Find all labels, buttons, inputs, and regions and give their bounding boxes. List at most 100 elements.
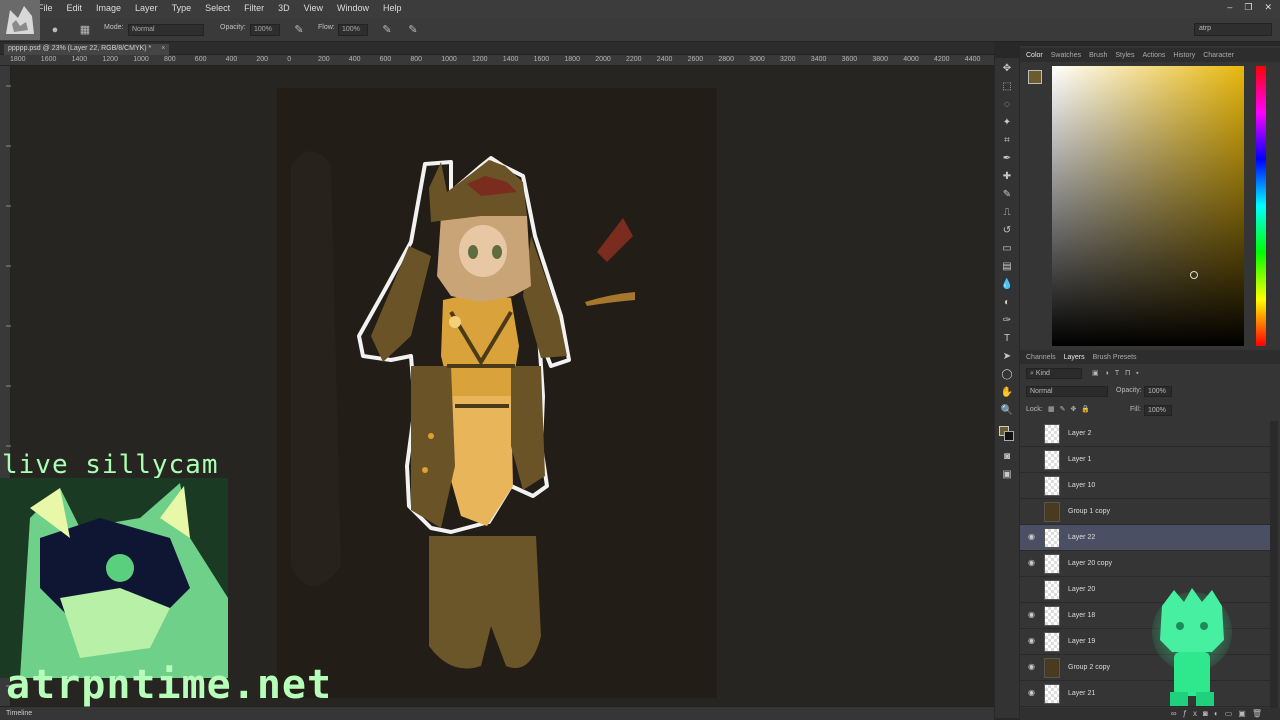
document-tab[interactable]: ppppp.psd @ 23% (Layer 22, RGB/8/CMYK) *… — [4, 44, 170, 55]
pressure-size-icon[interactable]: ✎ — [406, 23, 420, 37]
brush-panel-toggle-icon[interactable]: ▦ — [78, 23, 92, 37]
brush-tool-preset-icon[interactable]: ● — [48, 23, 62, 37]
layer-actions-icons[interactable]: ∞ƒx◙◐▭▣🗑 — [1171, 709, 1268, 718]
tab-brush-presets[interactable]: Brush Presets — [1093, 354, 1137, 361]
move-tool-icon[interactable]: ✥ — [999, 62, 1015, 76]
zoom-tool-icon[interactable]: 🔍 — [999, 404, 1015, 418]
menu-edit[interactable]: Edit — [67, 3, 83, 13]
workspace-select[interactable]: atrp — [1194, 23, 1272, 36]
layer-filter-icons[interactable]: ▣◑TΠ▪ — [1092, 369, 1145, 377]
menu-layer[interactable]: Layer — [135, 3, 158, 13]
eraser-tool-icon[interactable]: ▭ — [999, 242, 1015, 256]
visibility-eye-icon[interactable] — [1028, 507, 1036, 515]
layer-row[interactable]: Group 1 copy — [1020, 499, 1270, 525]
menu-filter[interactable]: Filter — [244, 3, 264, 13]
layer-thumbnail — [1044, 684, 1060, 704]
pressure-opacity-icon[interactable]: ✎ — [292, 23, 306, 37]
layers-scrollbar[interactable] — [1270, 421, 1278, 711]
layer-row[interactable]: Layer 1 — [1020, 447, 1270, 473]
restore-button[interactable]: ❐ — [1244, 2, 1252, 13]
tab-color[interactable]: Color — [1026, 52, 1043, 59]
marquee-tool-icon[interactable]: ⬚ — [999, 80, 1015, 94]
menu-file[interactable]: File — [38, 3, 53, 13]
timeline-tab[interactable]: Timeline — [6, 710, 32, 717]
tab-channels[interactable]: Channels — [1026, 354, 1056, 361]
layer-row[interactable]: ◉ Layer 22 — [1020, 525, 1270, 551]
layer-row[interactable]: Layer 10 — [1020, 473, 1270, 499]
layer-thumbnail — [1044, 528, 1060, 548]
type-tool-icon[interactable]: T — [999, 332, 1015, 346]
layer-row[interactable]: Layer 2 — [1020, 421, 1270, 447]
color-picker-cursor[interactable] — [1190, 271, 1198, 279]
close-document-icon[interactable]: × — [161, 45, 165, 52]
menu-window[interactable]: Window — [337, 3, 369, 13]
dodge-tool-icon[interactable]: ◐ — [999, 296, 1015, 310]
history-brush-tool-icon[interactable]: ↺ — [999, 224, 1015, 238]
mode-select[interactable]: Normal — [128, 24, 204, 36]
fill-label: Fill: — [1130, 406, 1141, 413]
menu-select[interactable]: Select — [205, 3, 230, 13]
visibility-eye-icon[interactable] — [1028, 429, 1036, 437]
tab-layers[interactable]: Layers — [1064, 354, 1085, 361]
screen-mode-icon[interactable]: ▣ — [999, 468, 1015, 482]
pen-tool-icon[interactable]: ✑ — [999, 314, 1015, 328]
layer-thumbnail — [1044, 450, 1060, 470]
ruler-tick-label: 2800 — [718, 56, 734, 63]
tab-history[interactable]: History — [1173, 52, 1195, 59]
blend-mode-select[interactable]: Normal — [1026, 386, 1108, 397]
eyedropper-tool-icon[interactable]: ✒ — [999, 152, 1015, 166]
visibility-eye-icon[interactable]: ◉ — [1028, 611, 1036, 619]
fill-input[interactable]: 100% — [1144, 405, 1172, 416]
layer-opacity-label: Opacity: — [1116, 387, 1142, 394]
menu-view[interactable]: View — [304, 3, 323, 13]
blur-tool-icon[interactable]: 💧 — [999, 278, 1015, 292]
gradient-tool-icon[interactable]: ▤ — [999, 260, 1015, 274]
menu-type[interactable]: Type — [172, 3, 192, 13]
path-selection-tool-icon[interactable]: ➤ — [999, 350, 1015, 364]
layer-row[interactable]: ◉ Layer 20 copy — [1020, 551, 1270, 577]
close-window-button[interactable]: ✕ — [1264, 2, 1272, 13]
visibility-eye-icon[interactable] — [1028, 455, 1036, 463]
color-panel-foreground-swatch[interactable] — [1028, 70, 1042, 84]
visibility-eye-icon[interactable] — [1028, 481, 1036, 489]
tab-character[interactable]: Character — [1203, 52, 1234, 59]
background-color-swatch[interactable] — [1004, 431, 1014, 441]
menu-3d[interactable]: 3D — [278, 3, 290, 13]
layers-footer: ∞ƒx◙◐▭▣🗑 — [1020, 708, 1280, 720]
ruler-tick-label: 400 — [225, 56, 238, 63]
tab-actions[interactable]: Actions — [1142, 52, 1165, 59]
tab-styles[interactable]: Styles — [1115, 52, 1134, 59]
minimize-button[interactable]: – — [1227, 2, 1232, 13]
ruler-tick-label: 400 — [348, 56, 361, 63]
brush-tool-icon[interactable]: ✎ — [999, 188, 1015, 202]
healing-brush-tool-icon[interactable]: ✚ — [999, 170, 1015, 184]
menu-help[interactable]: Help — [383, 3, 402, 13]
airbrush-icon[interactable]: ✎ — [380, 23, 394, 37]
visibility-eye-icon[interactable]: ◉ — [1028, 663, 1036, 671]
magic-wand-tool-icon[interactable]: ✦ — [999, 116, 1015, 130]
visibility-eye-icon[interactable]: ◉ — [1028, 637, 1036, 645]
visibility-eye-icon[interactable]: ◉ — [1028, 533, 1036, 541]
tab-brush[interactable]: Brush — [1089, 52, 1107, 59]
ruler-tick-label: 4400 — [964, 56, 981, 63]
clone-stamp-tool-icon[interactable]: ⎍ — [999, 206, 1015, 220]
hand-tool-icon[interactable]: ✋ — [999, 386, 1015, 400]
tab-swatches[interactable]: Swatches — [1051, 52, 1081, 59]
flow-input[interactable]: 100% — [338, 24, 368, 36]
opacity-input[interactable]: 100% — [250, 24, 280, 36]
visibility-eye-icon[interactable]: ◉ — [1028, 689, 1036, 697]
hue-slider[interactable] — [1256, 66, 1266, 346]
menu-image[interactable]: Image — [96, 3, 121, 13]
visibility-eye-icon[interactable] — [1028, 585, 1036, 593]
shape-tool-icon[interactable]: ◯ — [999, 368, 1015, 382]
layer-opacity-input[interactable]: 100% — [1144, 386, 1172, 397]
color-picker-field[interactable] — [1052, 66, 1244, 346]
visibility-eye-icon[interactable]: ◉ — [1028, 559, 1036, 567]
crop-tool-icon[interactable]: ⌗ — [999, 134, 1015, 148]
lock-icons[interactable]: ▦✎✥🔒 — [1048, 405, 1095, 413]
lasso-tool-icon[interactable]: ◌ — [999, 98, 1015, 112]
layer-filter-select[interactable]: ⌕ Kind — [1026, 368, 1082, 379]
quick-mask-icon[interactable]: ◙ — [999, 450, 1015, 464]
horizontal-ruler[interactable]: 1800 1600 1400 1200 1000 800 600 400 200 0 200 400 6… — [0, 55, 994, 66]
layers-panel-tabs: Channels Layers Brush Presets — [1020, 350, 1280, 364]
